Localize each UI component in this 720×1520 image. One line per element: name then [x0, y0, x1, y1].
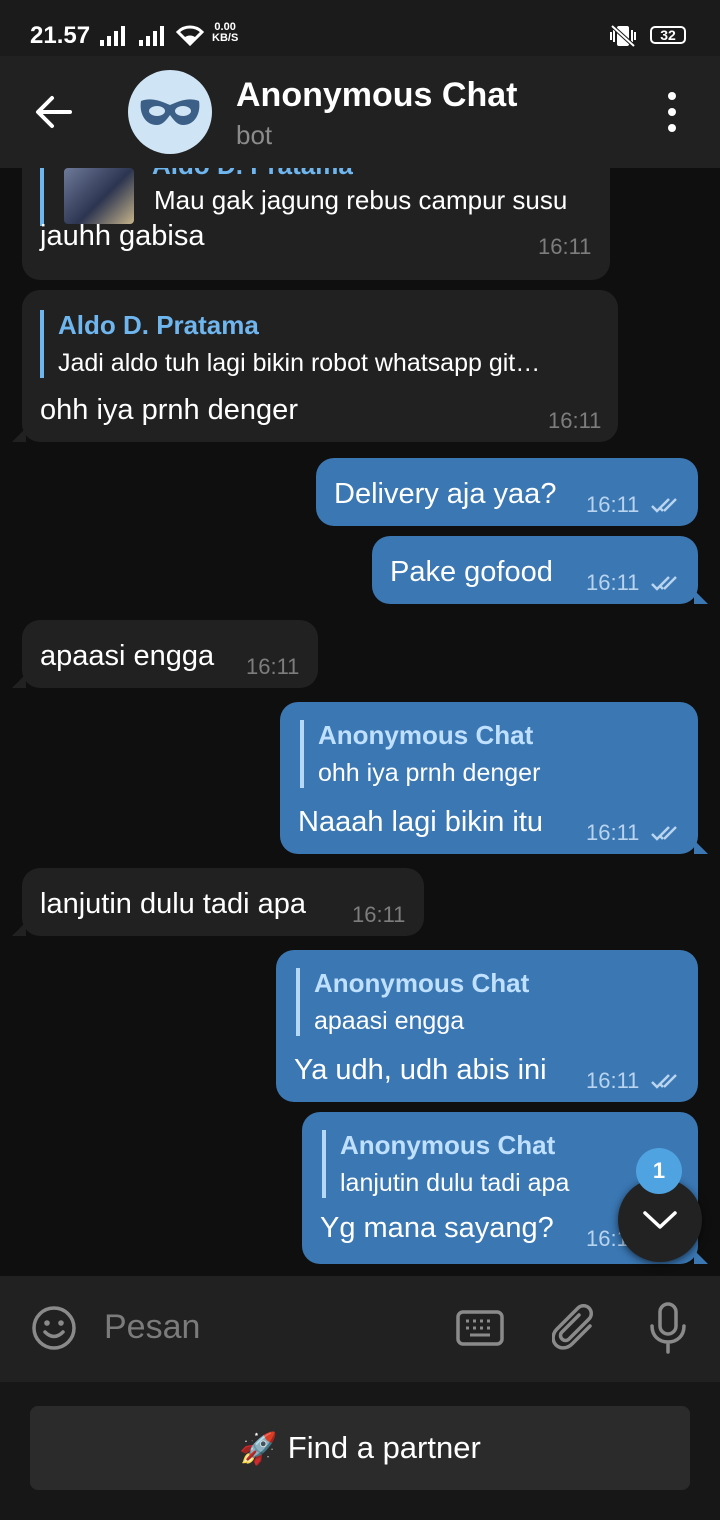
network-speed-unit: KB/S: [212, 32, 239, 44]
message-time: 16:11: [548, 408, 602, 433]
reply-quote[interactable]: Aldo D. Pratama Mau gak jagung rebus cam…: [40, 168, 584, 226]
back-arrow-icon[interactable]: [34, 94, 74, 130]
vibrate-off-icon: [610, 24, 636, 48]
reply-text: ohh iya prnh denger: [318, 759, 541, 787]
more-options-icon[interactable]: [660, 92, 684, 132]
message-time: 16:11: [586, 492, 640, 517]
signal-2-icon: [139, 26, 164, 46]
mask-icon: [140, 99, 200, 125]
find-partner-button[interactable]: 🚀 Find a partner: [30, 1406, 690, 1490]
reply-author: Anonymous Chat: [340, 1130, 556, 1160]
reply-text: lanjutin dulu tadi apa: [340, 1169, 570, 1197]
message-outgoing[interactable]: Anonymous Chat apaasi engga Ya udh, udh …: [276, 950, 698, 1102]
reply-thumbnail: [64, 168, 134, 224]
message-incoming[interactable]: apaasi engga 16:11: [12, 620, 318, 688]
double-check-icon: [651, 1074, 677, 1089]
reply-text: Mau gak jagung rebus campur susu: [154, 185, 568, 215]
message-time: 16:11: [246, 654, 300, 679]
message-outgoing[interactable]: Pake gofood 16:11: [372, 536, 708, 604]
battery-icon: 32: [650, 26, 686, 44]
message-incoming[interactable]: lanjutin dulu tadi apa 16:11: [12, 868, 424, 936]
wifi-icon: [176, 25, 204, 46]
chat-title[interactable]: Anonymous Chat: [236, 76, 517, 115]
message-time: 16:11: [586, 1068, 640, 1093]
find-partner-label: Find a partner: [287, 1430, 481, 1465]
message-text: ohh iya prnh denger: [40, 394, 298, 426]
reply-quote[interactable]: Anonymous Chat apaasi engga: [296, 968, 529, 1036]
message-outgoing[interactable]: Anonymous Chat ohh iya prnh denger Naaah…: [280, 702, 708, 854]
double-check-icon: [651, 576, 677, 591]
chat-header: Anonymous Chat bot: [0, 56, 720, 168]
attach-icon[interactable]: [552, 1304, 598, 1354]
message-list[interactable]: Aldo D. Pratama Mau gak jagung rebus cam…: [0, 168, 720, 1276]
message-text: Pake gofood: [390, 556, 553, 588]
chat-subtitle: bot: [236, 120, 273, 150]
reply-author: Aldo D. Pratama: [58, 310, 259, 340]
reply-quote[interactable]: Anonymous Chat ohh iya prnh denger: [300, 720, 540, 788]
status-time: 21.57: [30, 22, 91, 49]
unread-badge: 1: [636, 1148, 682, 1194]
network-speed: 0.00 KB/S: [212, 22, 238, 44]
signal-icons: [100, 26, 164, 46]
status-bar: 21.57 0.00 KB/S 32: [0, 0, 720, 56]
reply-quote[interactable]: Aldo D. Pratama Jadi aldo tuh lagi bikin…: [40, 310, 540, 378]
message-time: 16:11: [352, 902, 406, 927]
reply-text: Jadi aldo tuh lagi bikin robot whatsapp …: [58, 349, 541, 377]
message-time: 16:11: [538, 234, 592, 259]
message-incoming[interactable]: Aldo D. Pratama Jadi aldo tuh lagi bikin…: [12, 290, 618, 442]
message-time: 16:11: [586, 820, 640, 845]
reply-author: Aldo D. Pratama: [152, 168, 353, 181]
message-text: jauhh gabisa: [40, 220, 205, 252]
message-incoming[interactable]: Aldo D. Pratama Mau gak jagung rebus cam…: [22, 168, 610, 280]
signal-1-icon: [100, 26, 125, 46]
chevron-down-icon: [643, 1211, 677, 1229]
double-check-icon: [651, 498, 677, 513]
bot-keyboard: 🚀 Find a partner: [0, 1382, 720, 1520]
rocket-icon: 🚀: [239, 1430, 278, 1466]
message-text: Ya udh, udh abis ini: [294, 1054, 547, 1086]
reply-author: Anonymous Chat: [314, 968, 530, 998]
microphone-icon[interactable]: [648, 1302, 688, 1354]
message-input-bar: Pesan: [0, 1276, 720, 1382]
message-text: Naaah lagi bikin itu: [298, 806, 544, 838]
message-text: lanjutin dulu tadi apa: [40, 888, 307, 920]
reply-author: Anonymous Chat: [318, 720, 534, 750]
message-outgoing[interactable]: Delivery aja yaa? 16:11: [316, 458, 698, 526]
reply-text: apaasi engga: [314, 1007, 465, 1035]
emoji-icon[interactable]: [30, 1304, 78, 1352]
message-text: Yg mana sayang?: [320, 1212, 554, 1244]
message-time: 16:11: [586, 570, 640, 595]
message-text: apaasi engga: [40, 640, 215, 672]
double-check-icon: [651, 826, 677, 841]
message-input[interactable]: Pesan: [104, 1308, 200, 1347]
message-text: Delivery aja yaa?: [334, 478, 557, 510]
reply-quote[interactable]: Anonymous Chat lanjutin dulu tadi apa: [322, 1130, 569, 1198]
bot-keyboard-icon[interactable]: [456, 1310, 504, 1346]
avatar[interactable]: [128, 70, 212, 154]
battery-level: 32: [660, 27, 676, 43]
